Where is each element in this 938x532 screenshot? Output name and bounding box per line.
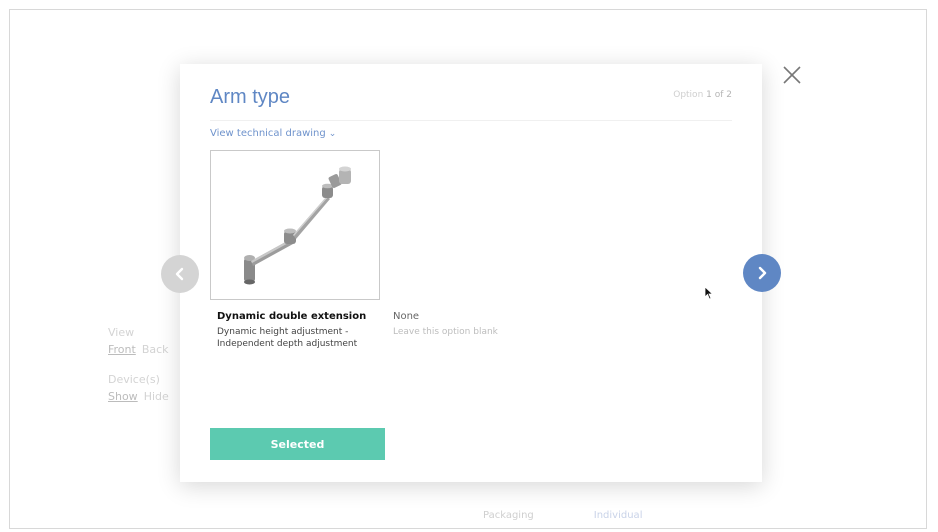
header-divider — [210, 120, 732, 121]
option-2-name[interactable]: None — [393, 311, 419, 322]
option-1-description-line-2: Independent depth adjustment — [217, 339, 358, 349]
next-option-button[interactable] — [743, 254, 781, 292]
background-packaging-row: Packaging Individual — [483, 510, 642, 521]
view-label: View — [108, 326, 135, 339]
background-device-section: Device(s) Show Hide — [108, 373, 175, 403]
option-2-description: Leave this option blank — [393, 327, 498, 337]
device-show-option[interactable]: Show — [108, 390, 138, 403]
view-back-option[interactable]: Back — [142, 343, 169, 356]
selected-button[interactable]: Selected — [210, 428, 385, 460]
option-counter: Option 1 of 2 — [673, 90, 732, 100]
monitor-arm-illustration — [244, 166, 351, 285]
close-icon[interactable] — [781, 64, 803, 86]
modal-title: Arm type — [210, 86, 291, 108]
arm-type-modal: Arm type Option 1 of 2 View technical dr… — [180, 64, 762, 482]
option-counter-current: 1 of 2 — [706, 90, 732, 100]
option-card-dynamic-double-extension[interactable] — [210, 150, 380, 300]
chevron-left-icon — [175, 267, 184, 281]
view-technical-drawing-link[interactable]: View technical drawing ⌄ — [210, 128, 336, 139]
option-1-description: Dynamic height adjustment - Independent … — [217, 326, 357, 350]
mouse-cursor-icon — [704, 286, 714, 300]
background-view-section: View Front Back — [108, 326, 175, 356]
chevron-down-icon: ⌄ — [328, 129, 337, 139]
device-hide-option[interactable]: Hide — [144, 390, 169, 403]
packaging-value: Individual — [593, 510, 643, 521]
option-counter-prefix: Option — [673, 90, 707, 100]
view-front-option[interactable]: Front — [108, 343, 136, 356]
chevron-right-icon — [758, 266, 767, 280]
option-1-name: Dynamic double extension — [217, 311, 367, 322]
device-label: Device(s) — [108, 373, 160, 386]
packaging-label: Packaging — [483, 510, 534, 521]
option-1-description-line-1: Dynamic height adjustment - — [217, 327, 349, 337]
previous-option-button[interactable] — [161, 255, 199, 293]
tech-drawing-label: View technical drawing — [210, 128, 326, 139]
